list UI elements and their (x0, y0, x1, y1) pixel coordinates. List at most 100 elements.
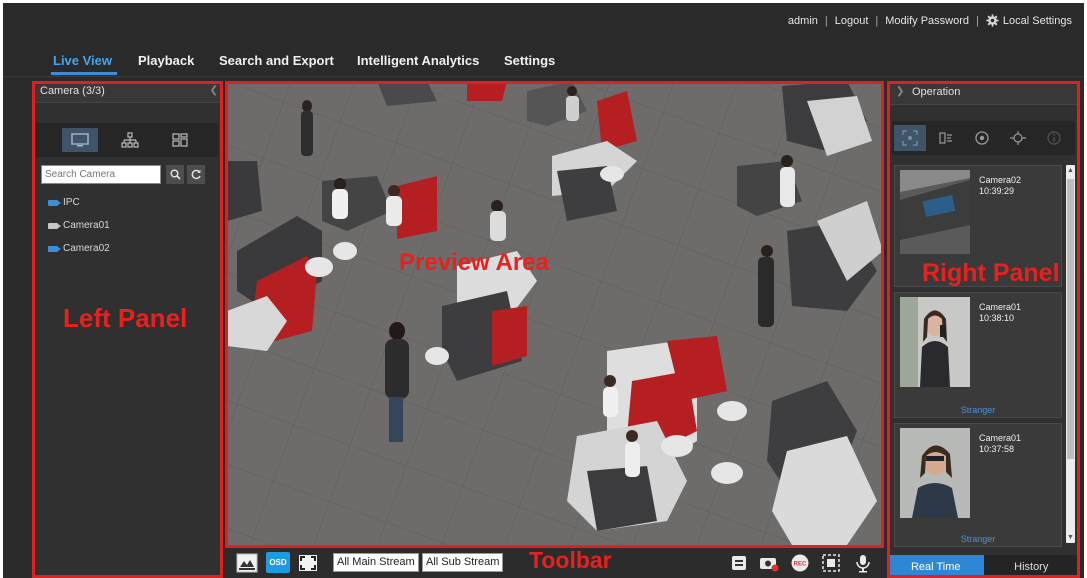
all-sub-stream-button[interactable]: All Sub Stream (422, 553, 504, 572)
search-camera-input[interactable] (41, 165, 161, 184)
tab-real-time[interactable]: Real Time (888, 555, 984, 578)
right-panel-annotation: Right Panel (922, 259, 1060, 287)
tab-live-view[interactable]: Live View (53, 53, 112, 68)
fullscreen-button[interactable] (297, 552, 319, 573)
capture-card[interactable]: Camera01 10:37:58 Stranger (894, 423, 1062, 547)
tab-camera-list[interactable] (62, 128, 98, 152)
main-nav: Live View Playback Search and Export Int… (3, 39, 1084, 77)
separator: | (875, 14, 879, 27)
capture-label: Stranger (960, 534, 996, 544)
separator: | (824, 14, 828, 27)
tab-info[interactable] (1038, 125, 1070, 151)
camera-list-header: Camera (3/3) (32, 81, 222, 103)
right-panel: Operation ❯ Camera02 10:39:29 Camera01 1… (888, 81, 1079, 578)
layout-icon (172, 133, 188, 147)
scroll-thumb[interactable] (1067, 179, 1074, 459)
capture-mode-tabs: Real Time History (888, 555, 1079, 578)
capture-thumbnail (900, 428, 970, 518)
all-main-stream-button[interactable]: All Main Stream (333, 553, 419, 572)
hierarchy-icon (121, 132, 139, 148)
info-icon (1047, 131, 1061, 145)
preview-area-annotation: Preview Area (399, 249, 549, 276)
settings-circle-icon (975, 131, 989, 145)
tab-face-detection[interactable] (894, 125, 926, 151)
capture-camera-name: Camera01 (979, 433, 1022, 443)
left-panel-annotation: Left Panel (63, 303, 188, 333)
logout-link[interactable]: Logout (835, 15, 869, 27)
capture-info: Camera01 10:37:58 (979, 433, 1021, 455)
scroll-down-icon[interactable]: ▼ (1066, 534, 1075, 541)
tree-item-label: Camera02 (63, 243, 110, 254)
capture-thumbnail (900, 170, 970, 254)
tree-item-label: IPC (63, 197, 80, 208)
search-button[interactable] (166, 165, 184, 184)
snapshot-button[interactable] (757, 552, 781, 573)
top-bar: admin | Logout | Modify Password | Local… (3, 3, 1084, 39)
tab-fisheye[interactable] (1002, 125, 1034, 151)
scroll-up-icon[interactable]: ▲ (1066, 167, 1075, 174)
tab-ptz[interactable] (930, 125, 962, 151)
osd-button[interactable]: OSD (266, 552, 290, 573)
zoom-button[interactable] (820, 552, 842, 573)
local-settings-label: Local Settings (1002, 14, 1072, 27)
tab-intelligent-analytics[interactable]: Intelligent Analytics (357, 53, 479, 68)
top-links: admin | Logout | Modify Password | Local… (788, 14, 1072, 27)
capture-info: Camera01 10:38:10 (979, 302, 1021, 324)
toolbar-annotation: Toolbar (529, 547, 612, 573)
storage-button[interactable] (729, 552, 749, 573)
svg-text:REC: REC (794, 561, 807, 567)
tree-item-ipc[interactable]: IPC (48, 191, 110, 214)
tab-image-settings[interactable] (966, 125, 998, 151)
local-settings-link[interactable]: Local Settings (986, 14, 1072, 27)
ptz-icon (939, 132, 952, 144)
tab-playback[interactable]: Playback (138, 53, 194, 68)
capture-time: 10:37:58 (979, 444, 1015, 454)
grid-icon (902, 130, 918, 146)
tab-layout-view[interactable] (162, 128, 198, 152)
operation-tabs (892, 121, 1075, 155)
capture-info: Camera02 10:39:29 (979, 175, 1021, 197)
tree-item-camera02[interactable]: Camera02 (48, 237, 110, 260)
refresh-icon (191, 169, 201, 180)
gear-icon (986, 14, 999, 27)
monitor-icon (71, 133, 89, 147)
screen-layout-button[interactable] (236, 552, 258, 573)
camera-snapshot-icon (760, 557, 779, 571)
camera-tree: IPC Camera01 Camera02 (48, 191, 110, 260)
tab-history[interactable]: History (983, 555, 1079, 578)
preview-area[interactable] (227, 81, 883, 545)
tab-settings[interactable]: Settings (504, 53, 555, 68)
app-window: admin | Logout | Modify Password | Local… (3, 3, 1084, 578)
left-view-tabs (36, 123, 218, 157)
capture-thumbnail (900, 297, 970, 387)
refresh-button[interactable] (187, 165, 205, 184)
collapse-left-icon[interactable]: ❮ (210, 85, 218, 96)
modify-password-link[interactable]: Modify Password (885, 15, 969, 27)
camera-group-icon (48, 199, 61, 206)
capture-camera-name: Camera01 (979, 302, 1022, 312)
capture-card[interactable]: Camera01 10:38:10 Stranger (894, 292, 1062, 418)
zoom-area-icon (822, 553, 840, 572)
tab-group-tree[interactable] (112, 128, 148, 152)
talk-button[interactable] (852, 552, 874, 573)
target-icon (1010, 131, 1026, 145)
tree-item-camera01[interactable]: Camera01 (48, 214, 110, 237)
layout-grid-icon (236, 553, 258, 572)
tree-item-label: Camera01 (63, 220, 110, 231)
fullscreen-icon (299, 554, 317, 571)
storage-icon (732, 555, 746, 570)
separator: | (976, 14, 979, 27)
active-tab-indicator (51, 72, 117, 75)
record-button[interactable]: REC (789, 552, 811, 573)
capture-time: 10:38:10 (979, 313, 1015, 323)
rec-icon: REC (791, 554, 809, 571)
capture-list: Camera02 10:39:29 Camera01 10:38:10 Stra… (894, 165, 1062, 552)
capture-camera-name: Camera02 (979, 175, 1022, 185)
microphone-icon (856, 554, 870, 572)
capture-scrollbar[interactable]: ▲ ▼ (1066, 165, 1075, 543)
camera-icon (48, 222, 61, 229)
capture-time: 10:39:29 (979, 186, 1015, 196)
tab-search-and-export[interactable]: Search and Export (219, 53, 334, 68)
operation-header: Operation (888, 81, 1079, 105)
expand-right-icon[interactable]: ❯ (896, 86, 904, 97)
